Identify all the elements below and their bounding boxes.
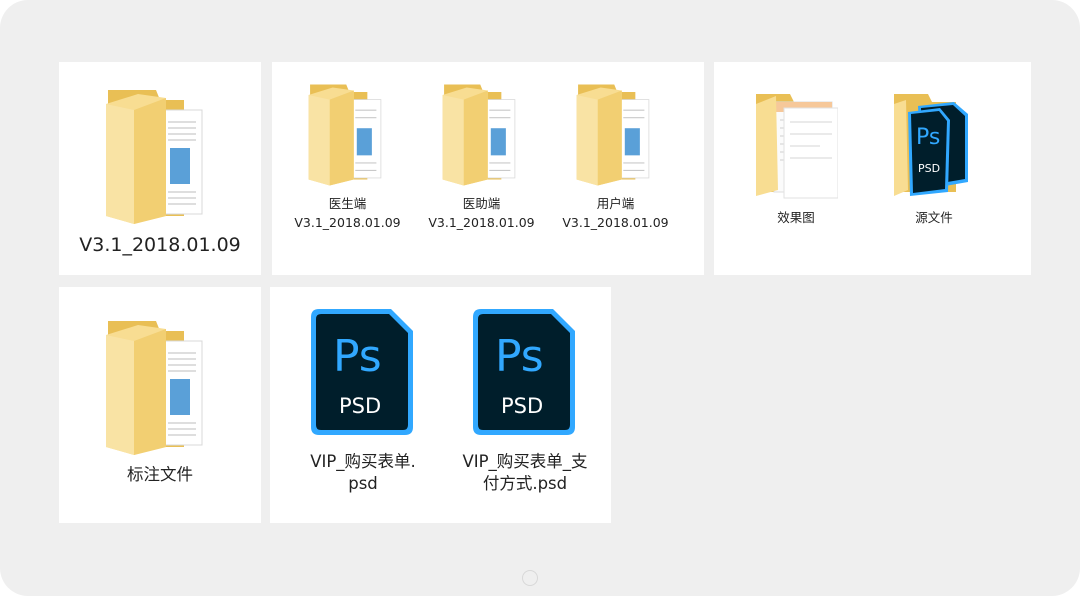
folder-item-source[interactable]: Ps PSD 源文件 [874, 84, 994, 234]
folder-icon [576, 84, 650, 186]
folder-preview-icon [756, 94, 838, 199]
folder-item-annotation[interactable]: 标注文件 [59, 287, 261, 523]
folder-label-source: 源文件 [915, 210, 953, 225]
folder-item-main[interactable]: V3.1_2018.01.09 [59, 62, 261, 275]
folder-item-assistant[interactable]: 医助端 V3.1_2018.01.09 [416, 78, 547, 248]
psd-file-icon: Ps PSD [311, 309, 413, 435]
main-folder-panel: V3.1_2018.01.09 [59, 62, 261, 275]
folder-label-main: V3.1_2018.01.09 [79, 234, 241, 256]
folder-label-annotation: 标注文件 [127, 465, 193, 484]
ps-logo-text: Ps [916, 125, 940, 150]
watermark-icon [522, 570, 538, 586]
folder-icon [308, 84, 382, 186]
psd-file-item-2[interactable]: Ps PSD VIP_购买表单_支 付方式.psd [450, 301, 600, 501]
folder-label-user: 用户端 V3.1_2018.01.09 [562, 196, 669, 230]
folder-item-doctor[interactable]: 医生端 V3.1_2018.01.09 [282, 78, 413, 248]
assets-panel: 效果图 Ps PSD 源文件 [714, 62, 1031, 275]
folder-item-preview[interactable]: 效果图 [736, 84, 856, 234]
psd-ext-text: PSD [501, 394, 543, 418]
psd-file-label-1: VIP_购买表单. psd [310, 452, 416, 493]
psd-file-label-2: VIP_购买表单_支 付方式.psd [462, 452, 588, 493]
folder-ps-icon: Ps PSD [894, 94, 968, 196]
folder-icon [106, 321, 203, 455]
annotation-folder-panel: 标注文件 [59, 287, 261, 523]
psd-ext-text: PSD [339, 394, 381, 418]
folder-label-preview: 效果图 [777, 210, 815, 225]
ps-logo-text: Ps [333, 331, 382, 382]
psd-file-item-1[interactable]: Ps PSD VIP_购买表单. psd [288, 301, 438, 501]
folder-icon [442, 84, 516, 186]
clients-panel: 医生端 V3.1_2018.01.09 医助端 V3.1_2018.01.09 [272, 62, 704, 275]
psd-sub-text: PSD [918, 162, 940, 175]
ps-logo-text: Ps [495, 331, 544, 382]
folder-label-assistant: 医助端 V3.1_2018.01.09 [428, 196, 535, 230]
psd-files-panel: Ps PSD VIP_购买表单. psd Ps PSD VIP_购买表单_支 付… [270, 287, 611, 523]
folder-label-doctor: 医生端 V3.1_2018.01.09 [294, 196, 401, 230]
explorer-background: V3.1_2018.01.09 医生端 V3.1_2018.01.09 医助端 … [0, 0, 1080, 596]
folder-item-user[interactable]: 用户端 V3.1_2018.01.09 [550, 78, 681, 248]
folder-icon [106, 90, 203, 224]
psd-file-icon: Ps PSD [473, 309, 575, 435]
